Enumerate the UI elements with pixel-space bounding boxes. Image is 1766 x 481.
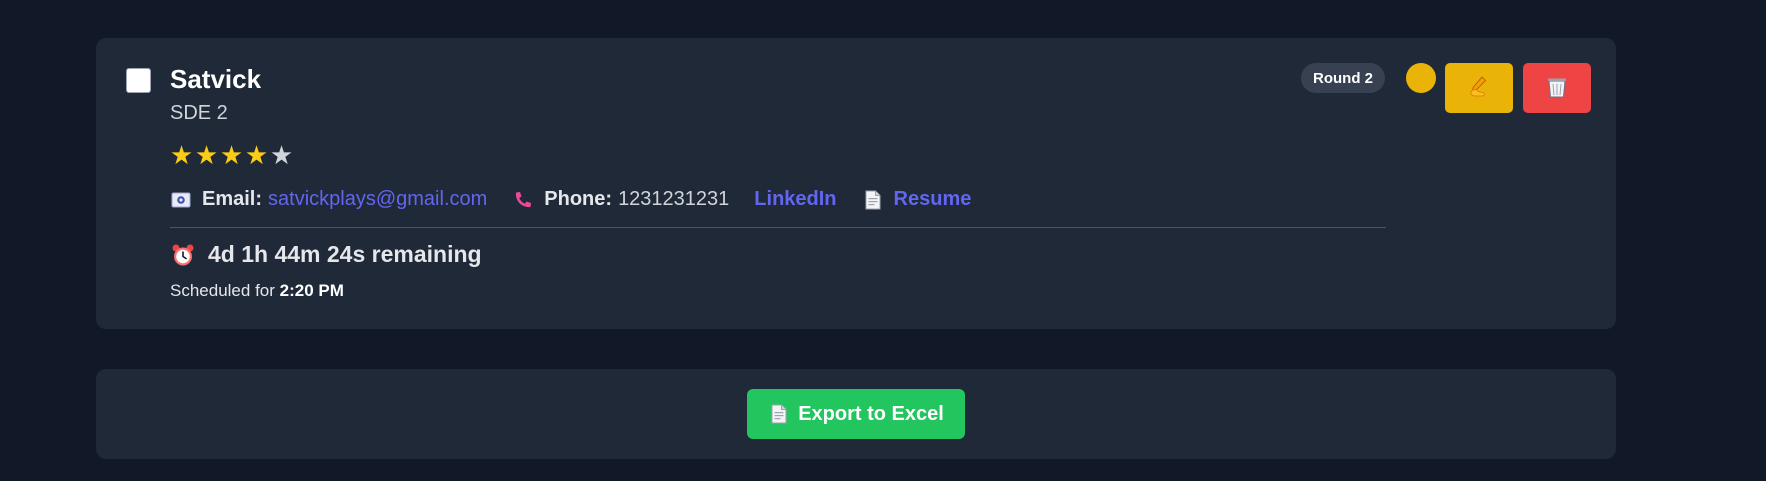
- page: Satvick SDE 2 ★ ★ ★ ★ ★ Email: satvickplays@…: [0, 0, 1766, 481]
- scheduled-time: 2:20 PM: [279, 281, 344, 300]
- round-badge: Round 2: [1301, 63, 1385, 93]
- edit-button[interactable]: [1445, 63, 1513, 113]
- star-filled-icon[interactable]: ★: [219, 140, 244, 170]
- select-checkbox[interactable]: [126, 68, 151, 93]
- rating-stars: ★ ★ ★ ★ ★: [169, 140, 294, 170]
- star-empty-icon[interactable]: ★: [269, 140, 294, 170]
- contact-row: Email: satvickplays@gmail.com Phone: 123…: [170, 188, 996, 211]
- star-filled-icon[interactable]: ★: [169, 140, 194, 170]
- export-excel-button[interactable]: Export to Excel: [747, 389, 965, 439]
- status-indicator: [1406, 63, 1436, 93]
- resume-link[interactable]: Resume: [894, 188, 972, 211]
- phone-value: 1231231231: [618, 188, 730, 210]
- email-label: Email:: [202, 188, 263, 210]
- document-icon: [768, 403, 790, 425]
- candidate-card: Satvick SDE 2 ★ ★ ★ ★ ★ Email: satvickplays@…: [96, 38, 1616, 329]
- email-contact: Email: satvickplays@gmail.com: [170, 188, 487, 211]
- divider: [170, 227, 1386, 228]
- phone-receiver-icon: [512, 189, 534, 211]
- writing-hand-icon: [1467, 75, 1491, 102]
- linkedin-link[interactable]: LinkedIn: [754, 188, 836, 211]
- star-filled-icon[interactable]: ★: [244, 140, 269, 170]
- wastebasket-icon: [1546, 75, 1568, 102]
- candidate-name: Satvick: [170, 64, 262, 94]
- email-link[interactable]: satvickplays@gmail.com: [268, 188, 487, 211]
- countdown: 4d 1h 44m 24s remaining: [170, 241, 482, 268]
- scheduled-prefix: Scheduled for: [170, 281, 275, 300]
- email-envelope-icon: [170, 189, 192, 211]
- linkedin-contact: LinkedIn: [754, 188, 836, 211]
- document-icon: [862, 189, 884, 211]
- alarm-clock-icon: [170, 242, 196, 268]
- star-filled-icon[interactable]: ★: [194, 140, 219, 170]
- export-label: Export to Excel: [798, 402, 944, 425]
- time-remaining: 4d 1h 44m 24s remaining: [208, 241, 482, 267]
- phone-label: Phone:: [544, 188, 613, 210]
- delete-button[interactable]: [1523, 63, 1591, 113]
- resume-contact: Resume: [862, 188, 972, 211]
- candidate-role: SDE 2: [170, 102, 228, 124]
- schedule-info: Scheduled for 2:20 PM: [170, 281, 344, 301]
- export-section: Export to Excel: [96, 369, 1616, 459]
- phone-contact: Phone: 1231231231: [512, 188, 729, 211]
